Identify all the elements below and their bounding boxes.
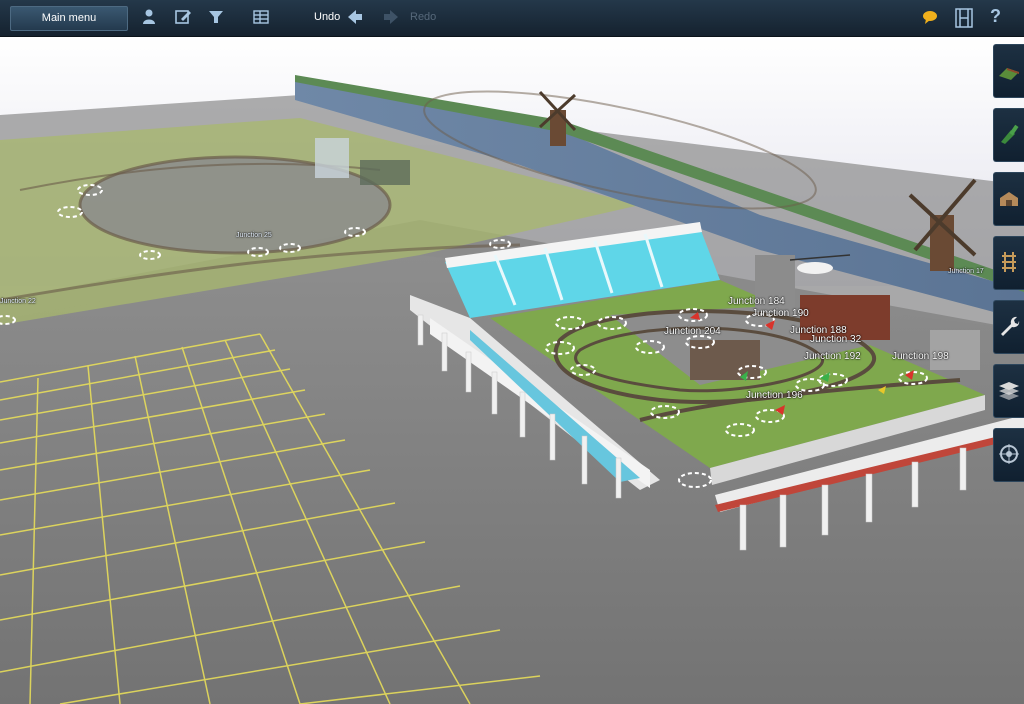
vegetation-button[interactable] xyxy=(993,108,1024,162)
chat-bubble-icon[interactable] xyxy=(921,8,941,28)
edit-icon[interactable] xyxy=(174,8,194,28)
junction-label: Junction 17 xyxy=(948,268,984,275)
junction-label: Junction 196 xyxy=(746,390,803,401)
top-toolbar: Main menu Undo Redo ? xyxy=(0,0,1024,37)
junction-label: Junction 32 xyxy=(810,334,862,345)
junction-label: Junction 190 xyxy=(752,308,809,319)
help-icon[interactable]: ? xyxy=(990,6,1010,26)
main-menu-button[interactable]: Main menu xyxy=(10,6,128,31)
scene-viewport[interactable] xyxy=(0,0,1024,704)
building-icon xyxy=(1000,192,1018,206)
track-icon xyxy=(1002,252,1016,272)
terrain-paint-button[interactable] xyxy=(993,44,1024,98)
junction-label: Junction 192 xyxy=(804,351,861,362)
building-button[interactable] xyxy=(993,172,1024,226)
settings-button[interactable] xyxy=(993,428,1024,482)
redo-button: Redo xyxy=(410,11,437,23)
undo-button[interactable]: Undo xyxy=(314,11,340,23)
track-button[interactable] xyxy=(993,236,1024,290)
filter-icon[interactable] xyxy=(207,8,227,28)
undo-arrow-icon[interactable] xyxy=(346,8,366,28)
terrain-paint-icon xyxy=(999,68,1019,80)
tools-button[interactable] xyxy=(993,300,1024,354)
wrench-icon xyxy=(1001,316,1020,336)
junction-label: Junction 184 xyxy=(728,296,785,307)
redo-arrow-icon xyxy=(382,8,402,28)
junction-label: Junction 22 xyxy=(0,298,36,305)
film-icon[interactable] xyxy=(954,8,974,28)
junction-label: Junction 198 xyxy=(892,351,949,362)
layers-icon xyxy=(999,382,1019,400)
grid-icon[interactable] xyxy=(252,8,272,28)
settings-icon xyxy=(999,444,1019,464)
person-icon[interactable] xyxy=(140,8,160,28)
vegetation-icon xyxy=(1001,124,1019,144)
junction-label: Junction 204 xyxy=(664,326,721,337)
junction-label: Junction 25 xyxy=(236,232,272,239)
layers-button[interactable] xyxy=(993,364,1024,418)
